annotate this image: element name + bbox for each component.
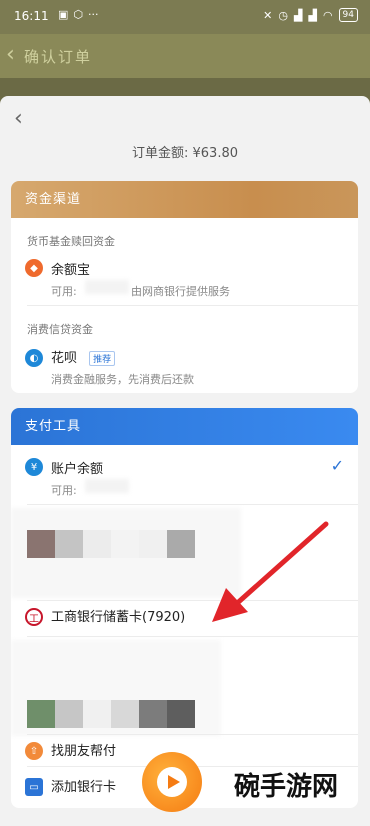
notification-icons: ▣ ⬡ ··· — [58, 8, 99, 21]
divider — [27, 305, 358, 306]
money-fund-label: 货币基金赎回资金 — [27, 235, 115, 248]
app-notification-icon: ▣ — [58, 8, 69, 21]
funding-channel-card: 资金渠道 货币基金赎回资金 ◆ 余额宝 可用: 由网商银行提供服务 消费信贷资金… — [11, 181, 358, 393]
status-bar: 16:11 ▣ ⬡ ··· ✕ ◷ ▟ ▟ ◠ 94 — [0, 0, 370, 34]
find-friend-label: 找朋友帮付 — [51, 744, 117, 759]
balance-available-blurred — [85, 479, 129, 493]
icbc-card-label: 工商银行储蓄卡(7920) — [51, 610, 186, 625]
sheet-back-icon[interactable]: ‹ — [14, 106, 23, 131]
divider — [27, 600, 358, 601]
balance-available-label: 可用: — [51, 484, 77, 497]
alarm-icon: ◷ — [278, 8, 288, 22]
divider — [27, 636, 358, 637]
mosaic-block-3 — [27, 700, 195, 728]
status-time: 16:11 — [14, 9, 49, 23]
mosaic-block-2 — [167, 530, 195, 558]
huabei-icon: ◐ — [25, 349, 43, 367]
icbc-icon: 工 — [25, 608, 43, 626]
yuebao-name: 余额宝 — [51, 263, 91, 278]
signal-icon: ▟ — [294, 8, 303, 22]
back-icon[interactable]: ‹ — [6, 42, 15, 67]
yuebao-available-label: 可用: — [51, 285, 77, 298]
shield-icon: ⬡ — [73, 8, 84, 21]
huabei-name-row: 花呗 推荐 — [51, 347, 116, 366]
credit-label: 消费信贷资金 — [27, 323, 93, 336]
funding-channel-header: 资金渠道 — [11, 181, 358, 218]
add-bank-card-label: 添加银行卡 — [51, 780, 117, 795]
background-header: ‹ 确认订单 — [0, 34, 370, 78]
system-icons: ✕ ◷ ▟ ▟ ◠ 94 — [263, 8, 358, 22]
watermark-text: 碗手游网 — [234, 772, 339, 802]
payment-tools-header: 支付工具 — [11, 408, 358, 445]
recommend-tag: 推荐 — [89, 351, 116, 366]
order-amount: 订单金额: ¥63.80 — [132, 146, 238, 161]
site-watermark: 碗手游网 — [124, 742, 370, 822]
divider — [27, 504, 358, 505]
watermark-logo-icon — [142, 752, 202, 812]
signal-icon-2: ▟ — [308, 8, 317, 22]
balance-name: 账户余额 — [51, 462, 104, 477]
wifi-icon: ◠ — [322, 8, 333, 22]
mute-icon: ✕ — [263, 8, 273, 22]
yuan-icon: ¥ — [25, 458, 43, 476]
payment-method-sheet: ‹ 订单金额: ¥63.80 资金渠道 货币基金赎回资金 ◆ 余额宝 可用: 由… — [0, 96, 370, 826]
friend-pay-icon: ⇧ — [25, 742, 43, 760]
page-title: 确认订单 — [24, 48, 93, 66]
more-notifications: ··· — [88, 8, 99, 21]
battery-icon: 94 — [338, 8, 358, 22]
checkmark-icon: ✓ — [330, 456, 344, 475]
yuebao-service: 由网商银行提供服务 — [131, 285, 230, 298]
yuebao-available-blurred — [85, 280, 129, 294]
yuebao-icon: ◆ — [25, 259, 43, 277]
bank-card-icon: ▭ — [25, 778, 43, 796]
divider — [27, 734, 358, 735]
huabei-name: 花呗 — [51, 351, 78, 366]
huabei-description: 消费金融服务，先消费后还款 — [51, 373, 194, 386]
